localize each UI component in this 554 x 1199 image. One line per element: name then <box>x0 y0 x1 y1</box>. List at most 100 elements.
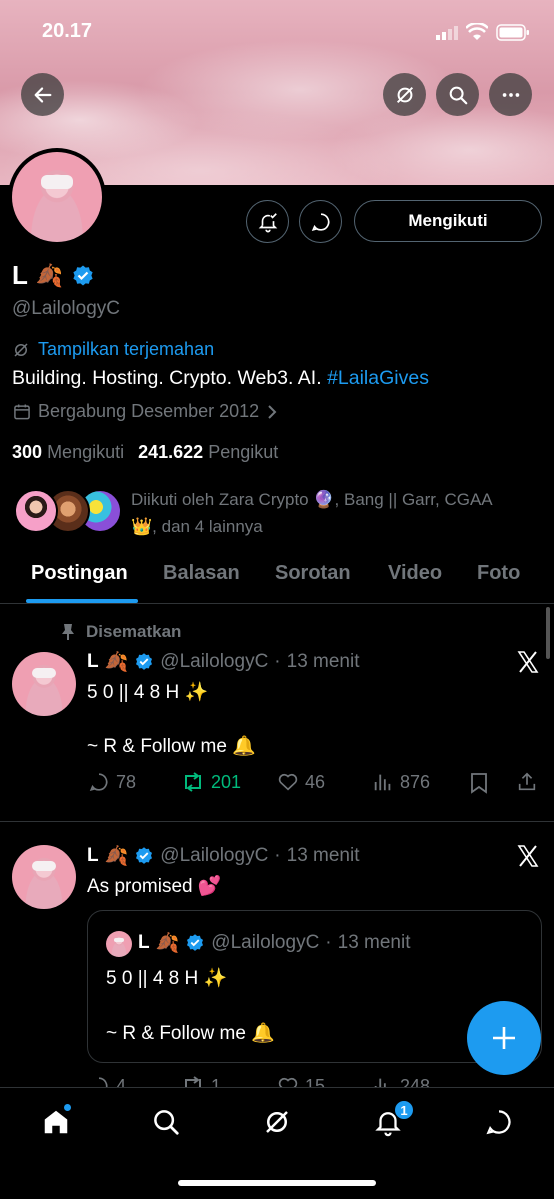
views-button[interactable]: 248 <box>372 1075 430 1087</box>
quoted-post-avatar <box>106 931 132 957</box>
post-text-line1: 5 0 || 4 8 H ✨ <box>87 682 209 703</box>
views-count: 248 <box>400 1075 431 1088</box>
nav-search[interactable] <box>148 1104 184 1140</box>
post-text-line2: ~ R & Follow me 🔔 <box>87 736 256 757</box>
leaf-emoji-icon: 🍂 <box>35 262 64 288</box>
followers-you-know-avatars[interactable] <box>14 489 122 537</box>
repost-button[interactable]: 201 <box>181 771 241 793</box>
bookmark-icon[interactable] <box>469 772 489 794</box>
home-unread-dot <box>64 1104 71 1111</box>
pinned-post[interactable]: Disematkan L 🍂 @LailologyC · 13 menit 5 … <box>0 606 554 821</box>
nav-notifications[interactable]: 1 <box>370 1100 414 1140</box>
quoted-author-handle: @LailologyC <box>211 932 320 953</box>
repost-count: 1 <box>211 1075 222 1088</box>
following-stat[interactable]: 300 Mengikuti <box>12 442 124 463</box>
chat-bubble-icon <box>310 211 332 233</box>
post-time: 13 menit <box>286 651 360 672</box>
following-button[interactable]: Mengikuti <box>354 200 542 242</box>
home-indicator[interactable] <box>178 1180 376 1186</box>
profile-handle: @LailologyC <box>12 298 121 319</box>
tab-video[interactable]: Video <box>388 562 442 585</box>
like-button[interactable]: 15 <box>277 1075 325 1087</box>
verified-badge-icon <box>134 652 154 672</box>
chat-bubble-icon <box>484 1107 514 1137</box>
joined-date[interactable]: Bergabung Desember 2012 <box>12 401 279 422</box>
quoted-text-line2: ~ R & Follow me 🔔 <box>106 1023 275 1044</box>
tab-posts[interactable]: Postingan <box>31 562 128 585</box>
wifi-icon <box>466 23 488 41</box>
battery-icon <box>496 24 530 41</box>
message-button[interactable] <box>299 200 342 243</box>
more-horizontal-icon <box>500 84 522 106</box>
verified-badge-icon <box>134 846 154 866</box>
leaf-emoji-icon: 🍂 <box>104 846 129 867</box>
home-icon <box>41 1107 71 1137</box>
post-author-handle: @LailologyC <box>160 845 269 866</box>
bar-chart-icon <box>372 1075 394 1087</box>
calendar-icon <box>12 402 32 422</box>
views-count: 876 <box>400 771 431 792</box>
crystal-ball-icon: 🔮 <box>313 490 335 509</box>
tab-highlights[interactable]: Sorotan <box>275 562 351 585</box>
plus-icon <box>491 1025 517 1051</box>
joined-text: Bergabung Desember 2012 <box>38 401 260 421</box>
post-time: 13 menit <box>286 845 360 866</box>
repost-button[interactable]: 1 <box>181 1075 221 1087</box>
status-time: 20.17 <box>42 20 93 42</box>
profile-name: L <box>12 260 28 290</box>
repost-count: 201 <box>211 771 242 792</box>
grok-icon <box>394 84 416 106</box>
post-avatar[interactable] <box>12 845 76 909</box>
arrow-left-icon <box>32 84 54 106</box>
share-icon[interactable] <box>516 771 538 793</box>
views-button[interactable]: 876 <box>372 771 430 793</box>
compose-post-button[interactable] <box>467 1001 541 1075</box>
quoted-post-time: 13 menit <box>337 932 411 953</box>
back-button[interactable] <box>21 73 64 116</box>
pinned-label: Disematkan <box>86 622 182 641</box>
signal-icon <box>436 26 458 40</box>
quoted-author-name: L <box>138 932 150 953</box>
translate-link[interactable]: Tampilkan terjemahan <box>38 339 214 360</box>
more-button[interactable] <box>489 73 532 116</box>
reply-button[interactable]: 78 <box>88 771 136 793</box>
bio-text: Building. Hosting. Crypto. Web3. AI. <box>12 367 322 389</box>
leaf-emoji-icon: 🍂 <box>104 652 129 673</box>
heart-icon <box>277 771 299 793</box>
profile-avatar[interactable] <box>8 148 106 246</box>
like-count: 15 <box>305 1075 326 1088</box>
quoted-text-line1: 5 0 || 4 8 H ✨ <box>106 968 228 989</box>
post-author-name: L <box>87 845 99 866</box>
grok-button[interactable] <box>383 73 426 116</box>
heart-icon <box>277 1075 299 1087</box>
search-icon <box>151 1107 181 1137</box>
bar-chart-icon <box>372 771 394 793</box>
reply-button[interactable]: 4 <box>88 1075 126 1087</box>
like-button[interactable]: 46 <box>277 771 325 793</box>
grok-icon <box>262 1107 292 1137</box>
reply-count: 78 <box>116 771 137 792</box>
reply-icon <box>88 771 110 793</box>
bell-check-icon <box>257 211 279 233</box>
post-avatar[interactable] <box>12 652 76 716</box>
nav-home[interactable] <box>38 1104 74 1140</box>
followers-stat[interactable]: 241.622 Pengikut <box>138 442 278 463</box>
post-author-name: L <box>87 651 99 672</box>
notifications-subscribe-button[interactable] <box>246 200 289 243</box>
verified-badge-icon <box>71 264 95 288</box>
translate-icon <box>12 341 30 359</box>
active-tab-indicator <box>26 599 138 603</box>
verified-badge-icon <box>185 933 205 953</box>
nav-messages[interactable] <box>481 1104 517 1140</box>
followed-by-text[interactable]: Diikuti oleh Zara Crypto 🔮, Bang || Garr… <box>131 486 541 540</box>
pin-icon <box>60 623 76 641</box>
search-button[interactable] <box>436 73 479 116</box>
repost-icon <box>181 1075 205 1087</box>
notification-badge: 1 <box>394 1100 414 1120</box>
post-author-handle: @LailologyC <box>160 651 269 672</box>
bio-hashtag-link[interactable]: #LailaGives <box>327 367 429 389</box>
nav-grok[interactable] <box>259 1104 295 1140</box>
tab-photos[interactable]: Foto <box>477 562 520 585</box>
tab-replies[interactable]: Balasan <box>163 562 240 585</box>
chevron-right-icon <box>265 404 279 420</box>
